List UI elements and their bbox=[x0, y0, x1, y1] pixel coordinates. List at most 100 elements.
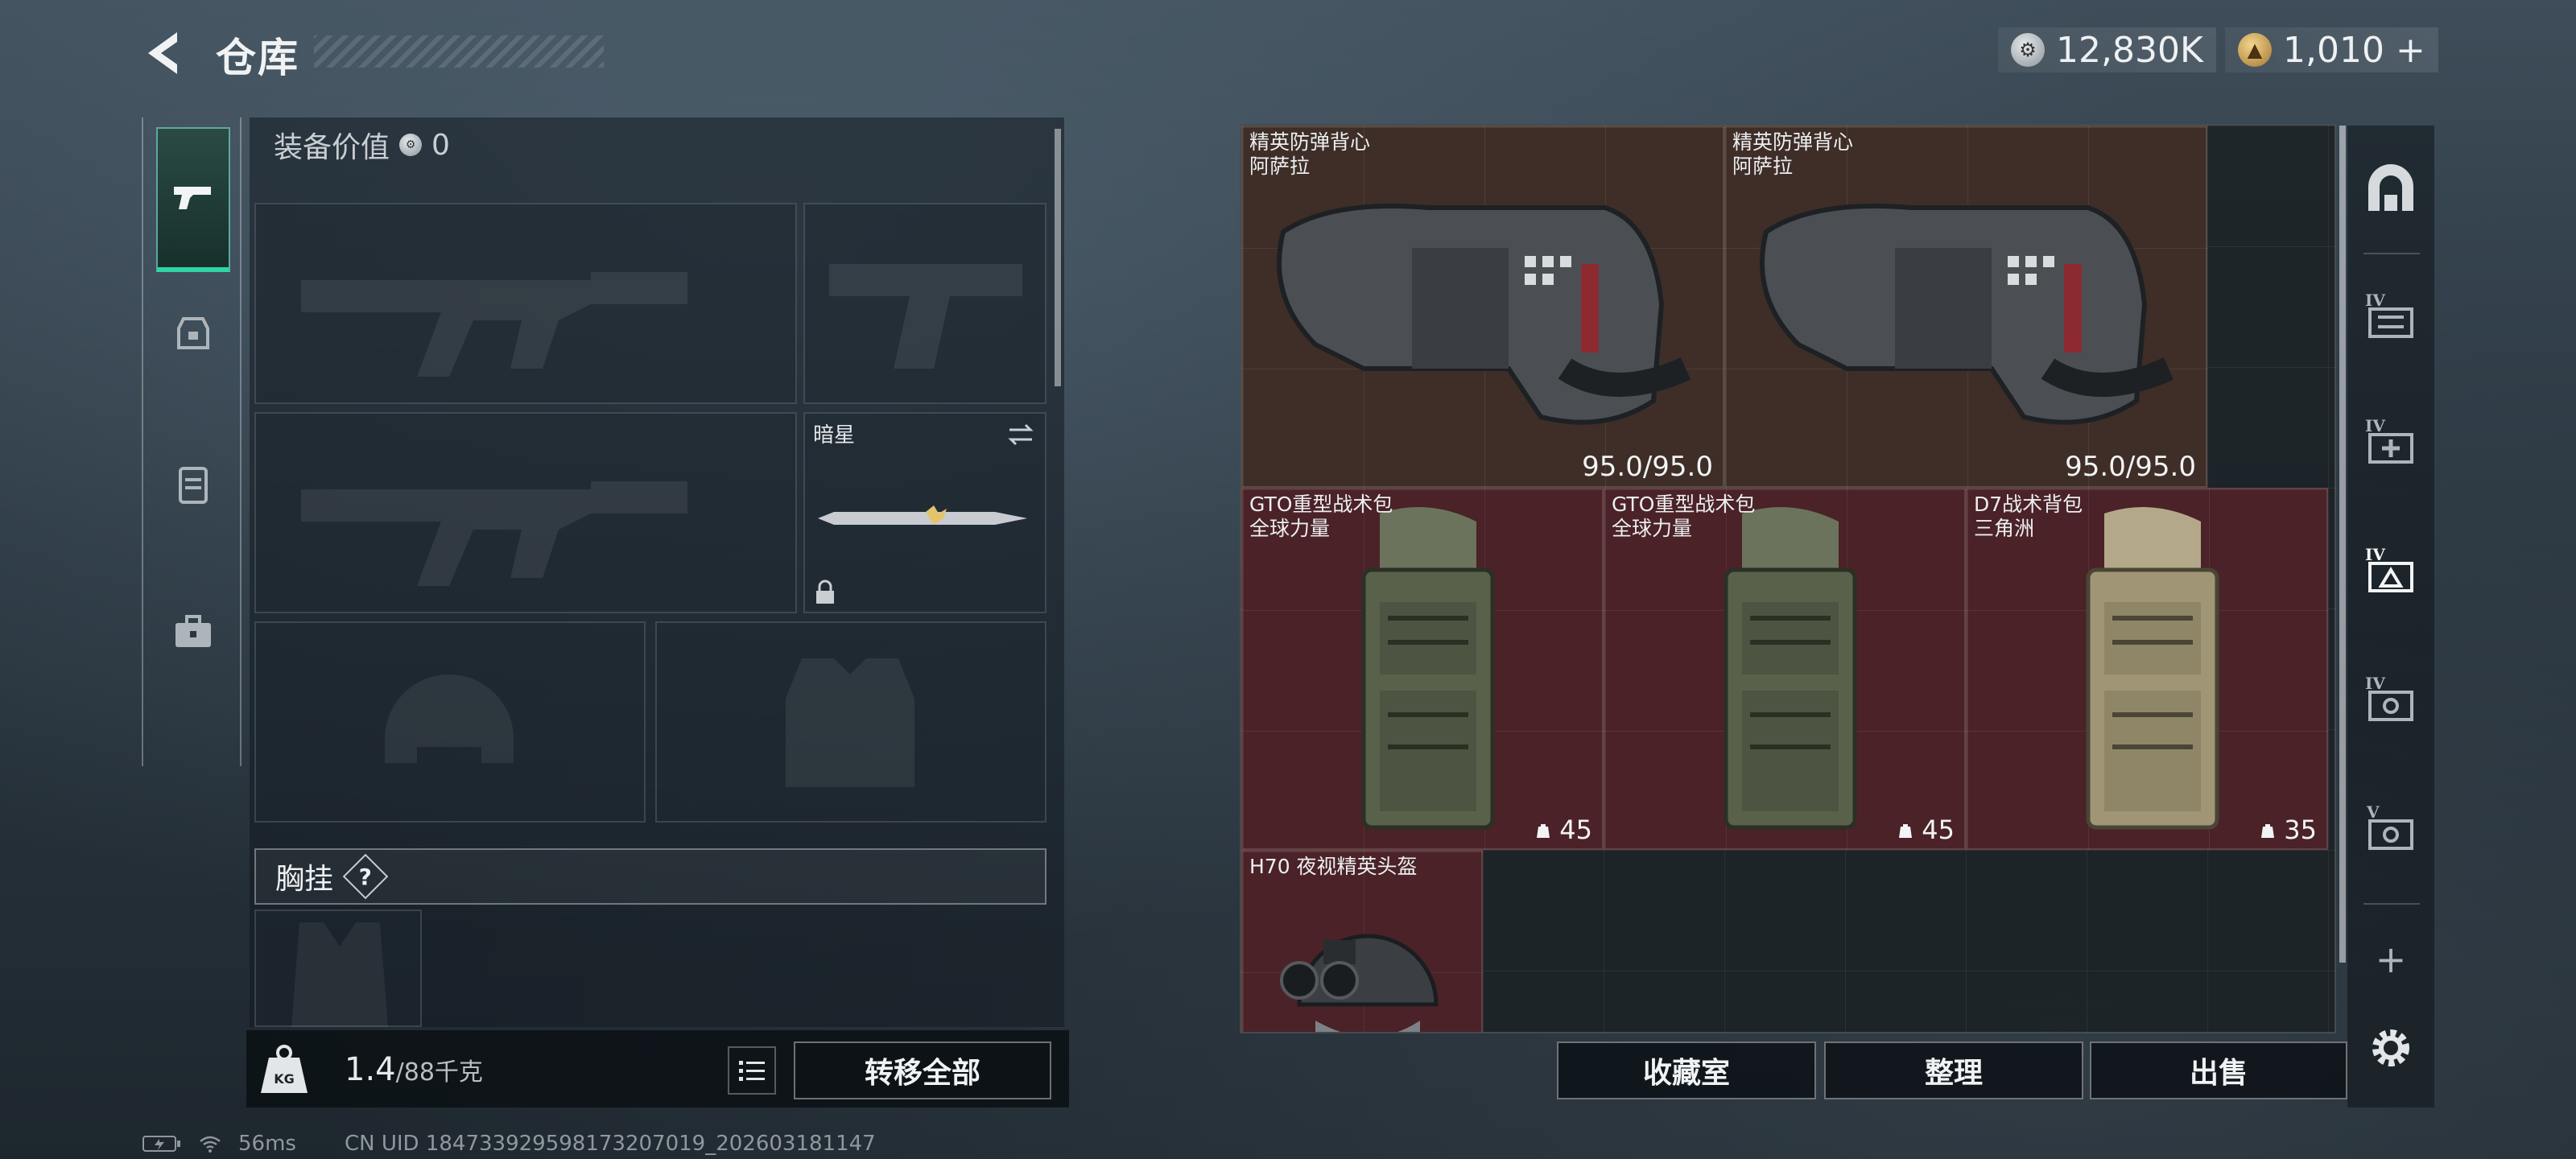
item-name: D7战术背包 三角洲 bbox=[1974, 493, 2083, 540]
inventory-item-vest[interactable]: 精英防弹背心 阿萨拉 95.0/95.0 bbox=[1724, 126, 2207, 488]
armor-container-icon: IV bbox=[2365, 545, 2413, 592]
back-button[interactable] bbox=[142, 27, 193, 79]
body-armor-icon bbox=[1760, 204, 2174, 425]
secondary-rifle-slot[interactable] bbox=[254, 412, 797, 613]
secondary-weapon-slot[interactable] bbox=[803, 203, 1046, 404]
add-container-button[interactable]: + bbox=[2362, 930, 2420, 988]
inventory-item-helmet[interactable]: H70 夜视精英头盔 bbox=[1241, 850, 1483, 1032]
item-capacity: 45 bbox=[1896, 815, 1955, 845]
currency-gold-plus[interactable]: + bbox=[2396, 30, 2425, 71]
currency-silver-value: 12,830K bbox=[2056, 29, 2203, 71]
swap-icon[interactable] bbox=[1005, 419, 1037, 451]
inventory-item-vest[interactable]: 精英防弹背心 阿萨拉 95.0/95.0 bbox=[1241, 126, 1724, 488]
back-arrow-icon bbox=[148, 32, 177, 74]
helmet-silhouette-icon bbox=[385, 674, 514, 763]
item-name: GTO重型战术包 全球力量 bbox=[1612, 493, 1756, 540]
item-name: 精英防弹背心 阿萨拉 bbox=[1732, 130, 1854, 178]
divider bbox=[2363, 903, 2420, 905]
rifle-silhouette-icon bbox=[301, 481, 687, 586]
currency-gold[interactable]: ▲ 1,010 + bbox=[2225, 27, 2438, 72]
carry-weight-max: /88千克 bbox=[395, 1058, 483, 1087]
equipment-value-amount: 0 bbox=[431, 128, 450, 162]
item-capacity: 35 bbox=[2258, 815, 2317, 845]
vest-silhouette-icon bbox=[786, 658, 914, 787]
svg-text:IV: IV bbox=[2365, 416, 2385, 435]
nav-weapons[interactable] bbox=[156, 127, 230, 272]
body-armor-slot[interactable] bbox=[655, 621, 1046, 823]
list-icon bbox=[739, 1061, 765, 1081]
gold-coin-icon: ▲ bbox=[2238, 33, 2272, 67]
silver-coin-icon: ⚙ bbox=[2011, 33, 2045, 67]
backpack-icon bbox=[2086, 507, 2219, 830]
capacity-icon bbox=[1899, 824, 1913, 838]
gear-icon bbox=[2372, 1029, 2409, 1066]
night-vision-helmet-icon bbox=[1280, 934, 1439, 1032]
rnav-container-4[interactable]: IV bbox=[2362, 670, 2420, 728]
body-armor-icon bbox=[1277, 204, 1691, 425]
battery-icon bbox=[142, 1136, 180, 1152]
primary-weapon-slot[interactable] bbox=[254, 203, 797, 404]
loadout-scrollbar[interactable] bbox=[1055, 129, 1061, 386]
nav-backpack[interactable] bbox=[156, 412, 230, 557]
silver-coin-icon: ⚙ bbox=[399, 134, 423, 156]
svg-text:KG: KG bbox=[274, 1071, 295, 1087]
sell-button[interactable]: 出售 bbox=[2090, 1041, 2347, 1099]
inventory-item-backpack[interactable]: D7战术背包 三角洲 35 bbox=[1966, 488, 2328, 850]
pistol-icon bbox=[174, 187, 211, 209]
pistol-silhouette-icon bbox=[829, 264, 1022, 369]
status-bar: 56ms CN UID 184733929598173207019_202603… bbox=[142, 1132, 876, 1156]
chest-rig-slot[interactable] bbox=[254, 909, 422, 1027]
equipment-value-label: 装备价值 bbox=[274, 131, 390, 164]
item-name: H70 夜视精英头盔 bbox=[1249, 855, 1418, 878]
currency-gold-value: 1,010 bbox=[2283, 29, 2384, 71]
item-durability: 95.0/95.0 bbox=[1582, 451, 1713, 483]
inventory-item-backpack[interactable]: GTO重型战术包 全球力量 45 bbox=[1241, 488, 1604, 850]
user-uid: CN UID 184733929598173207019_20260318114… bbox=[344, 1132, 876, 1156]
lock-icon bbox=[816, 580, 834, 604]
rnav-container-5[interactable]: V bbox=[2362, 798, 2420, 856]
equipment-value: 装备价值 ⚙ 0 bbox=[274, 124, 450, 166]
nav-armor[interactable] bbox=[156, 262, 230, 407]
help-icon[interactable]: ? bbox=[342, 853, 389, 900]
helmet-slot[interactable] bbox=[254, 621, 646, 823]
ping-value: 56ms bbox=[238, 1132, 296, 1156]
item-durability: 95.0/95.0 bbox=[2065, 451, 2196, 483]
nav-case[interactable] bbox=[156, 560, 230, 705]
currency-silver[interactable]: ⚙ 12,830K bbox=[1998, 27, 2216, 72]
carry-weight: 1.4/88千克 bbox=[345, 1051, 483, 1088]
list-view-button[interactable] bbox=[728, 1046, 776, 1095]
inventory-grid: 精英防弹背心 阿萨拉 95.0/95.0 精英防弹背心 阿萨拉 95.0/95.0 … bbox=[1240, 124, 2336, 1033]
collection-room-button[interactable]: 收藏室 bbox=[1557, 1041, 1816, 1099]
melee-slot[interactable]: 暗星 bbox=[803, 412, 1046, 613]
inventory-item-backpack[interactable]: GTO重型战术包 全球力量 45 bbox=[1604, 488, 1966, 850]
capacity-icon bbox=[1537, 824, 1550, 838]
backpack-icon bbox=[1361, 507, 1495, 830]
item-name: GTO重型战术包 全球力量 bbox=[1249, 493, 1393, 540]
carry-weight-current: 1.4 bbox=[345, 1051, 396, 1088]
backpack-icon bbox=[1724, 507, 1857, 830]
rnav-warehouse[interactable] bbox=[2362, 161, 2420, 219]
inventory-scrollbar[interactable] bbox=[2339, 126, 2346, 963]
svg-text:V: V bbox=[2366, 802, 2380, 822]
loadout-category-nav bbox=[142, 118, 242, 766]
medical-container-icon: IV bbox=[2365, 416, 2413, 464]
rnav-container-3[interactable]: IV bbox=[2362, 541, 2420, 599]
weight-kg-icon: KG bbox=[261, 1045, 308, 1093]
item-capacity: 45 bbox=[1534, 815, 1592, 845]
settings-button[interactable] bbox=[2362, 1019, 2420, 1077]
title-stripe bbox=[314, 35, 604, 68]
transfer-all-button[interactable]: 转移全部 bbox=[794, 1041, 1051, 1099]
organize-button[interactable]: 整理 bbox=[1824, 1041, 2083, 1099]
chest-rig-header: 胸挂 ? bbox=[254, 848, 1046, 905]
storage-container-nav: IV IV IV IV V + bbox=[2347, 126, 2434, 1107]
page-title: 仓库 bbox=[216, 35, 299, 81]
svg-text:IV: IV bbox=[2365, 291, 2385, 310]
armor-icon bbox=[177, 317, 209, 349]
wifi-icon bbox=[200, 1136, 221, 1153]
rifle-silhouette-icon bbox=[301, 272, 687, 377]
rnav-container-2[interactable]: IV bbox=[2362, 412, 2420, 470]
svg-text:IV: IV bbox=[2365, 545, 2385, 564]
rnav-container-1[interactable]: IV bbox=[2362, 287, 2420, 344]
chest-rig-label: 胸挂 bbox=[275, 863, 334, 896]
capacity-icon bbox=[2261, 824, 2275, 838]
